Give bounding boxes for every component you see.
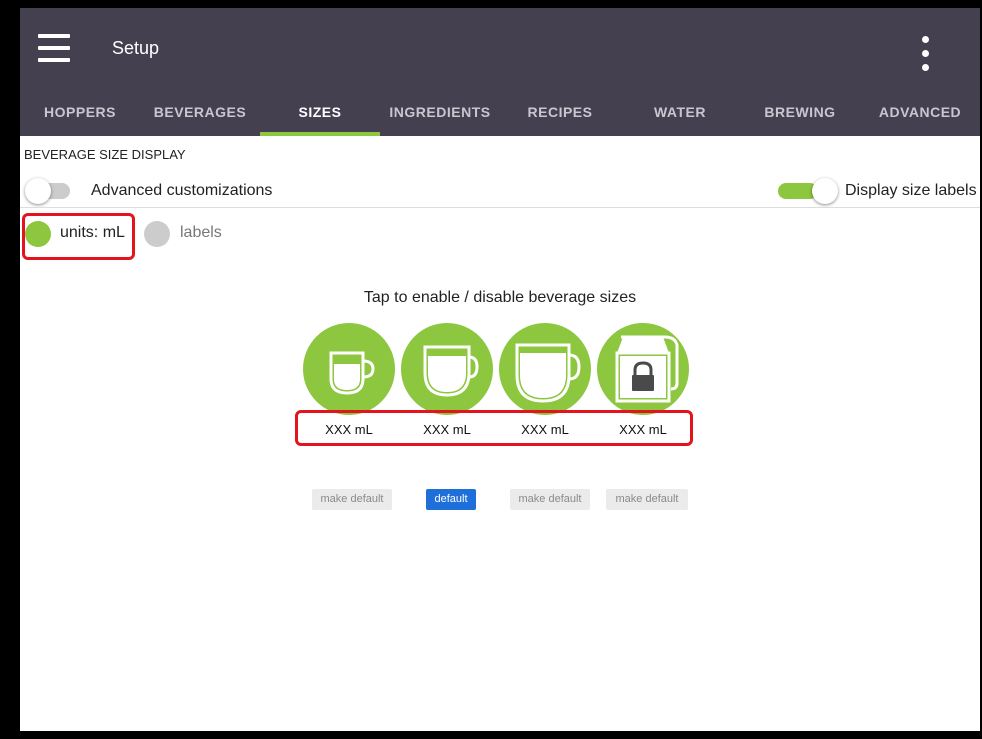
section-title: BEVERAGE SIZE DISPLAY <box>24 147 186 162</box>
overflow-menu-icon[interactable] <box>916 36 936 72</box>
tab-recipes[interactable]: RECIPES <box>500 92 620 136</box>
tab-ingredients[interactable]: INGREDIENTS <box>380 92 500 136</box>
make-default-button-1[interactable]: make default <box>312 489 392 510</box>
setup-screen: Setup HOPPERS BEVERAGES SIZES INGREDIENT… <box>20 8 980 731</box>
size-button-1[interactable] <box>303 323 395 415</box>
hamburger-menu-icon[interactable] <box>38 34 70 62</box>
page-title: Setup <box>112 38 160 58</box>
labels-radio-button[interactable] <box>144 221 170 247</box>
tab-advanced[interactable]: ADVANCED <box>860 92 980 136</box>
tab-bar: HOPPERS BEVERAGES SIZES INGREDIENTS RECI… <box>20 92 980 136</box>
advanced-customizations-switch-thumb[interactable] <box>25 178 51 204</box>
display-size-labels-label: Display size labels <box>845 182 977 199</box>
app-bar: Setup HOPPERS BEVERAGES SIZES INGREDIENT… <box>20 8 980 136</box>
medium-cup-icon <box>401 323 493 415</box>
large-cup-icon <box>499 323 591 415</box>
tab-water[interactable]: WATER <box>620 92 740 136</box>
size-button-4[interactable] <box>597 323 689 415</box>
tab-sizes[interactable]: SIZES <box>260 92 380 136</box>
size-button-2[interactable] <box>401 323 493 415</box>
default-button-2[interactable]: default <box>426 489 476 510</box>
tab-hoppers[interactable]: HOPPERS <box>20 92 140 136</box>
display-size-labels-switch-thumb[interactable] <box>812 178 838 204</box>
small-cup-icon <box>303 323 395 415</box>
advanced-customizations-label: Advanced customizations <box>91 182 273 199</box>
tab-brewing[interactable]: BREWING <box>740 92 860 136</box>
labels-radio-label[interactable]: labels <box>180 224 222 242</box>
locked-carafe-icon <box>597 323 689 415</box>
size-button-3[interactable] <box>499 323 591 415</box>
make-default-button-4[interactable]: make default <box>606 489 688 510</box>
active-tab-indicator <box>260 132 380 136</box>
make-default-button-3[interactable]: make default <box>510 489 590 510</box>
size-labels-highlight-box <box>295 410 693 446</box>
units-highlight-box <box>22 213 135 260</box>
tab-beverages[interactable]: BEVERAGES <box>140 92 260 136</box>
divider <box>20 207 980 208</box>
sizes-instruction: Tap to enable / disable beverage sizes <box>363 289 637 306</box>
